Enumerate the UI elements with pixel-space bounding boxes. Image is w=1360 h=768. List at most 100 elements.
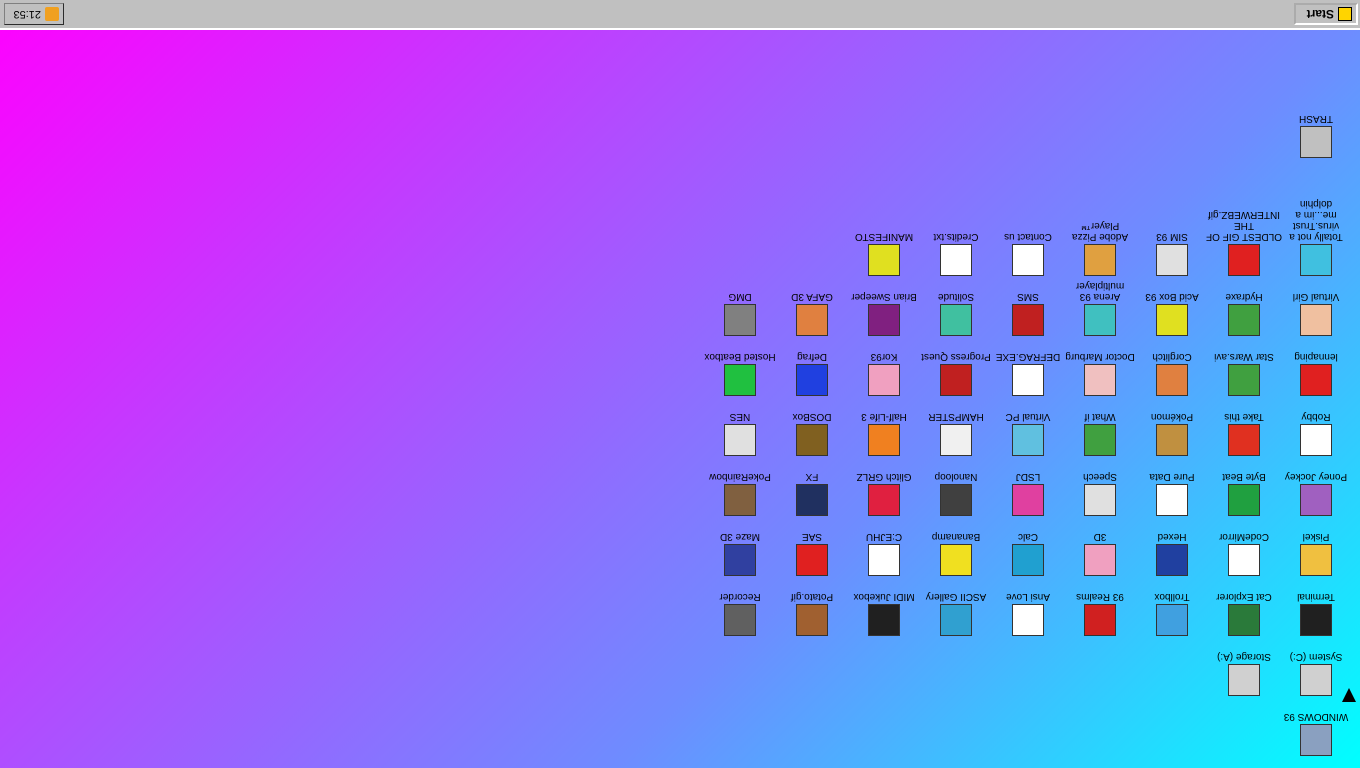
cube-icon — [796, 364, 828, 396]
start-button[interactable]: Start — [1294, 3, 1358, 25]
desktop-icon[interactable]: Hydraxe — [1206, 291, 1282, 336]
desktop-icon[interactable]: Piskel — [1278, 531, 1354, 576]
desktop-icon[interactable]: Calc — [990, 531, 1066, 576]
desktop-icon[interactable]: DEFRAG.EXE — [990, 351, 1066, 396]
desktop-icon-label: Hosted Beatbox — [704, 351, 776, 362]
gameboy-icon — [1012, 484, 1044, 516]
terminal-icon — [1300, 604, 1332, 636]
desktop-icon[interactable]: Maze 3D — [702, 531, 778, 576]
desktop-icon[interactable]: Virtual Girl — [1278, 291, 1354, 336]
desktop-icon[interactable]: SMS — [990, 291, 1066, 336]
desktop-icon[interactable]: Adobe Pizza Player™ — [1062, 220, 1138, 276]
desktop-icon[interactable]: Nanoloop — [918, 471, 994, 516]
desktop-icon[interactable]: 93 Realms — [1062, 591, 1138, 636]
desktop-icon[interactable]: Trollbox — [1134, 591, 1210, 636]
desktop-icon[interactable]: Storage (A:) — [1206, 651, 1282, 696]
desktop-icon[interactable]: Ansi Love — [990, 591, 1066, 636]
desktop-icon-label: Storage (A:) — [1217, 651, 1271, 662]
desktop-icon[interactable]: SAE — [774, 531, 850, 576]
desktop-icon[interactable]: C:EJHU — [846, 531, 922, 576]
desktop-icon[interactable]: TRASH — [1278, 113, 1354, 158]
desktop-icon[interactable]: Terminal — [1278, 591, 1354, 636]
drive-icon — [1300, 664, 1332, 696]
desktop-icon-label: Doctor Marburg — [1065, 351, 1135, 362]
desktop-icon[interactable]: Hexed — [1134, 531, 1210, 576]
desktop-icon[interactable]: MANIFESTO — [846, 231, 922, 276]
desktop-icon[interactable]: Progress Quest — [918, 351, 994, 396]
desktop-icon[interactable]: Acid Box 93 — [1134, 291, 1210, 336]
desktop-icon[interactable]: 3D — [1062, 531, 1138, 576]
desktop-icon[interactable]: Half-Life 3 — [846, 411, 922, 456]
brain-icon — [1084, 544, 1116, 576]
wave-icon — [1228, 484, 1260, 516]
rss-icon[interactable] — [45, 7, 59, 21]
desktop-icon[interactable]: Byte Beat — [1206, 471, 1282, 516]
desktop-icon[interactable]: NES — [702, 411, 778, 456]
lambda-icon — [868, 424, 900, 456]
ball-icon — [796, 544, 828, 576]
pen-icon — [1300, 364, 1332, 396]
desktop-icon[interactable]: Pokémon — [1134, 411, 1210, 456]
desktop-icon[interactable]: PokeRainbow — [702, 471, 778, 516]
desktop-icon[interactable]: Brian Sweeper — [846, 291, 922, 336]
system-tray: 21:53 — [4, 3, 64, 25]
desktop-icon-label: DEFRAG.EXE — [995, 351, 1061, 362]
desktop-icon[interactable]: MIDI Jukebox — [846, 591, 922, 636]
whatif-icon — [1084, 424, 1116, 456]
desktop-icon[interactable]: Cat Explorer — [1206, 591, 1282, 636]
desktop-icon[interactable]: Corglitch — [1134, 351, 1210, 396]
desktop-icon[interactable]: lennaping — [1278, 351, 1354, 396]
poke-icon — [1156, 424, 1188, 456]
desktop-icon[interactable]: LSDJ — [990, 471, 1066, 516]
desktop-icon[interactable]: Robby — [1278, 411, 1354, 456]
desktop-icon[interactable]: Virtual PC — [990, 411, 1066, 456]
desktop-icon[interactable]: Glitch GRLZ — [846, 471, 922, 516]
contact-icon — [1012, 244, 1044, 276]
desktop-icon[interactable]: DOSBox — [774, 411, 850, 456]
hamster-icon — [940, 424, 972, 456]
sms-icon — [1012, 304, 1044, 336]
defrag-icon — [1012, 364, 1044, 396]
desktop-icon[interactable]: Doctor Marburg — [1062, 351, 1138, 396]
desktop-icon[interactable]: Take this — [1206, 411, 1282, 456]
desktop-icon[interactable]: Defrag — [774, 351, 850, 396]
desktop-icon[interactable]: Star Wars.avi — [1206, 351, 1282, 396]
desktop-icon[interactable]: Kor93 — [846, 351, 922, 396]
desktop-icon[interactable]: What if — [1062, 411, 1138, 456]
desktop-icon[interactable]: WINDOWS 93 — [1278, 711, 1354, 756]
desktop-icon-label: Glitch GRLZ — [856, 471, 912, 482]
desktop-icon[interactable]: SIM 93 — [1134, 231, 1210, 276]
desktop-icon-label: CodeMirror — [1219, 531, 1270, 542]
desktop-icon[interactable]: OLDEST GIF OF THE INTERWEBZ.gif — [1206, 209, 1282, 276]
desktop-icon[interactable]: Recorder — [702, 591, 778, 636]
dragon-icon — [1084, 604, 1116, 636]
desktop-icon[interactable]: Speech — [1062, 471, 1138, 516]
desktop-icon[interactable]: Poney Jockey — [1278, 471, 1354, 516]
desktop-icon-label: SMS — [1017, 291, 1039, 302]
desktop-icon[interactable]: Potato.gif — [774, 591, 850, 636]
desktop-icon[interactable]: Credits.txt — [918, 231, 994, 276]
head-icon — [796, 304, 828, 336]
desktop-icon[interactable]: Contact us — [990, 231, 1066, 276]
sim-icon — [1156, 244, 1188, 276]
desktop-icon-label: Piskel — [1302, 531, 1330, 542]
desktop-icon-label: Solitude — [937, 291, 975, 302]
desktop-icon[interactable]: Totally not a virus.Trust me...im a dolp… — [1278, 198, 1354, 276]
desktop-icon[interactable]: CodeMirror — [1206, 531, 1282, 576]
desktop-icon[interactable]: ASCII Gallery — [918, 591, 994, 636]
desktop-icon[interactable]: Pure Data — [1134, 471, 1210, 516]
desktop-icon[interactable]: GAFA 3D — [774, 291, 850, 336]
desktop-icon-label: Maze 3D — [720, 531, 761, 542]
desktop-icon-label: Trollbox — [1154, 591, 1190, 602]
desktop-icon[interactable]: Hosted Beatbox — [702, 351, 778, 396]
desktop-icon[interactable]: HAMPSTER — [918, 411, 994, 456]
desktop-icon[interactable]: FX — [774, 471, 850, 516]
microphone-icon — [724, 604, 756, 636]
desktop-icon[interactable]: Arena 93 multiplayer — [1062, 280, 1138, 336]
dolphin-icon — [1300, 244, 1332, 276]
desktop-icon[interactable]: DMG — [702, 291, 778, 336]
start-label: Start — [1306, 7, 1334, 21]
clock: 21:53 — [13, 8, 41, 20]
desktop-icon[interactable]: Solitude — [918, 291, 994, 336]
desktop-icon[interactable]: Bananamp — [918, 531, 994, 576]
